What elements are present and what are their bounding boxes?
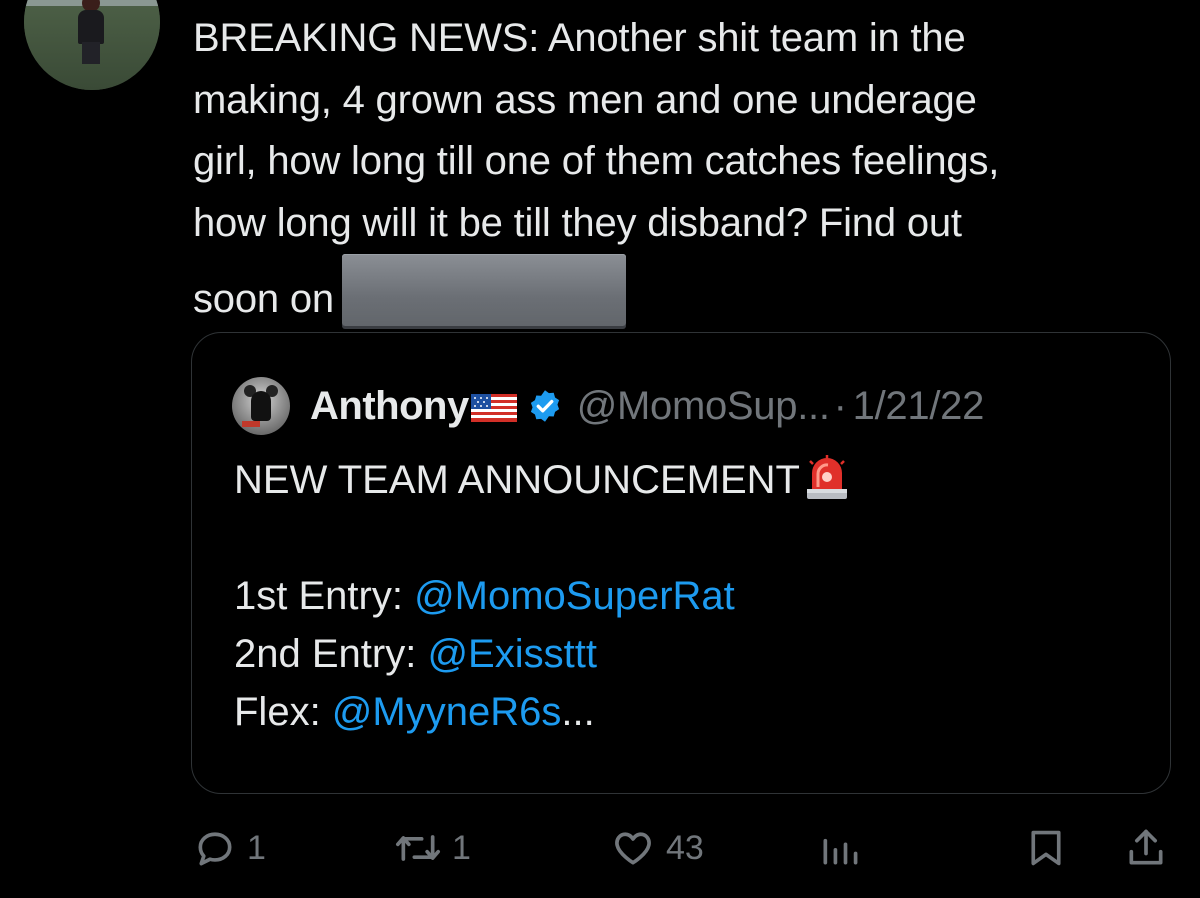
tweet-actions: 1 1 43 [0,822,1200,874]
avatar-person-legs [82,42,100,64]
redacted-block [341,254,626,326]
avatar-rat [251,391,271,421]
bookmark-button[interactable] [1026,822,1066,874]
quoted-body: NEW TEAM ANNOUNCEMENT 1st Entry: @MomoSu… [234,451,1134,741]
bookmark-icon [1031,830,1061,866]
mention-link[interactable]: @MomoSuperRat [414,574,735,618]
like-count: 43 [666,828,704,867]
tweet-line: how long will it be till they disband? F… [193,200,962,245]
us-flag-icon [470,394,517,422]
entry-line: Flex: @MyyneR6s... [234,683,1134,741]
quoted-title: NEW TEAM ANNOUNCEMENT [234,458,800,502]
quoted-title-line: NEW TEAM ANNOUNCEMENT [234,451,1134,509]
siren-icon [806,455,847,499]
reply-button[interactable]: 1 [193,822,266,874]
verified-icon [530,390,559,422]
quoted-header: Anthony @MomoSup... · 1/21/22 [310,377,984,435]
reply-count: 1 [247,828,266,867]
truncation-ellipsis: ... [561,690,595,734]
entry-label: 1st Entry: [234,574,415,618]
like-button[interactable]: 43 [610,822,704,874]
entry-line: 2nd Entry: @Exissttt [234,625,1134,683]
retweet-button[interactable]: 1 [394,822,471,874]
share-icon [1129,829,1163,865]
tweet-line-last: soon on [193,254,1183,331]
quoted-author-name[interactable]: Anthony [310,384,469,429]
quoted-handle[interactable]: @MomoSup... [577,384,830,429]
retweet-count: 1 [452,828,471,867]
entry-label: Flex: [234,690,332,734]
tweet-line: girl, how long till one of them catches … [193,139,1000,183]
tweet-line: soon on [193,277,334,321]
tweet-line: making, 4 grown ass men and one underage [193,77,977,122]
mention-link[interactable]: @MyyneR6s [332,690,562,734]
quoted-author-avatar[interactable] [232,377,290,435]
reply-icon [198,832,232,866]
author-avatar[interactable] [24,0,160,90]
entry-line: 1st Entry: @MomoSuperRat [234,567,1134,625]
avatar-badge [242,421,260,427]
views-button[interactable] [818,822,862,874]
separator: · [833,383,847,428]
tweet-text: BREAKING NEWS: Another shit team in the … [193,8,1183,331]
quoted-date[interactable]: 1/21/22 [853,384,985,429]
avatar-person-body [78,10,104,44]
entry-label: 2nd Entry: [234,632,428,676]
retweet-icon [396,835,440,861]
like-icon [615,832,651,865]
share-button[interactable] [1124,822,1168,874]
views-icon [823,838,858,865]
quoted-tweet[interactable]: Anthony @MomoSup... · 1/21/22 NEW TEAM A… [191,332,1171,794]
tweet-line: BREAKING NEWS: Another shit team in the [193,16,966,60]
mention-link[interactable]: @Exissttt [427,632,597,676]
